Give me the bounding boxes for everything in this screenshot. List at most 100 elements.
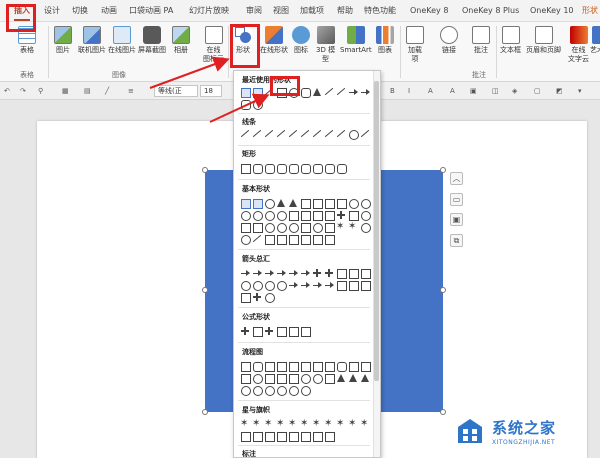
heptagon-shape[interactable] xyxy=(360,198,371,209)
arc-shape[interactable] xyxy=(252,234,262,244)
lightning-shape[interactable] xyxy=(336,222,346,232)
ribbon-up-shape[interactable] xyxy=(240,431,251,442)
summing-junction-shape[interactable] xyxy=(300,373,311,384)
internal-storage-shape[interactable] xyxy=(300,361,311,372)
right-arrow-callout-shape[interactable] xyxy=(336,280,347,291)
elbow-double-arrow-shape[interactable] xyxy=(300,129,310,139)
filter-icon[interactable]: ⧉ xyxy=(450,234,463,247)
font-name-select[interactable]: 等线(正 xyxy=(154,85,198,97)
moon-shape[interactable] xyxy=(360,222,371,233)
curved-ribbon-up-shape[interactable] xyxy=(264,431,275,442)
triangle-shape[interactable] xyxy=(312,87,322,97)
resize-handle[interactable] xyxy=(440,287,446,293)
plaque-shape[interactable] xyxy=(348,210,359,221)
scroll-thumb[interactable] xyxy=(374,81,379,381)
curved-ribbon-down-shape[interactable] xyxy=(276,431,287,442)
star10-shape[interactable] xyxy=(324,419,334,429)
sequential-access-shape[interactable] xyxy=(264,385,275,396)
online-text-button[interactable]: 在线 文字云 xyxy=(568,22,589,63)
tab-slideshow[interactable]: 幻灯片放映 xyxy=(189,4,229,18)
horizontal-scroll-shape[interactable] xyxy=(300,431,311,442)
highlight-icon[interactable]: ▣ xyxy=(470,85,477,97)
manual-operation-shape[interactable] xyxy=(240,373,251,384)
minus-shape[interactable] xyxy=(252,326,263,337)
curve-arrow-shape[interactable] xyxy=(324,129,334,139)
online-picture2-button[interactable]: 在线图片 xyxy=(108,22,136,55)
document-shape[interactable] xyxy=(312,361,323,372)
redo-icon[interactable]: ↷ xyxy=(20,85,26,97)
u-turn-arrow-shape[interactable] xyxy=(348,268,359,279)
art-text-button[interactable]: 艺术 xyxy=(590,22,600,55)
tab-onekey8plus[interactable]: OneKey 8 Plus xyxy=(462,4,519,18)
heart-shape[interactable] xyxy=(324,222,335,233)
italic-icon[interactable]: I xyxy=(408,85,410,97)
explosion1-shape[interactable] xyxy=(240,419,250,429)
header-footer-button[interactable]: 页眉和页脚 xyxy=(526,22,561,55)
or-shape[interactable] xyxy=(312,373,323,384)
pentagon-arrow-shape[interactable] xyxy=(312,280,322,290)
triangle-shape[interactable] xyxy=(276,198,286,208)
process-shape[interactable] xyxy=(240,361,251,372)
card-shape[interactable] xyxy=(276,373,287,384)
align-icon[interactable]: ≡ xyxy=(128,85,134,97)
curved-down-arrow-shape[interactable] xyxy=(276,280,287,291)
chord-shape[interactable] xyxy=(276,210,287,221)
double-arrow-line-shape[interactable] xyxy=(264,129,274,139)
right-brace-shape[interactable] xyxy=(324,234,335,245)
freeform-shape[interactable] xyxy=(348,129,359,140)
curved-right-arrow-shape[interactable] xyxy=(240,280,251,291)
plus-shape[interactable] xyxy=(240,326,250,336)
donut-shape[interactable] xyxy=(264,222,275,233)
notched-right-arrow-shape[interactable] xyxy=(300,280,310,290)
right-bracket-shape[interactable] xyxy=(300,234,311,245)
picture-button[interactable]: 图片 xyxy=(54,22,72,55)
vertical-scroll-shape[interactable] xyxy=(288,431,299,442)
arrow-line-shape[interactable] xyxy=(252,129,262,139)
online-icon-button[interactable]: 在线 图标示 xyxy=(203,22,224,63)
tab-help[interactable]: 帮助 xyxy=(337,4,353,18)
alternate-process-shape[interactable] xyxy=(252,361,263,372)
down-arrow-shape[interactable] xyxy=(276,268,286,278)
sort-shape[interactable] xyxy=(336,373,346,383)
connector-shape[interactable] xyxy=(324,87,334,97)
block-arc-shape[interactable] xyxy=(288,222,299,233)
round-two-corner-shape[interactable] xyxy=(324,163,335,174)
vertical-textbox-shape[interactable] xyxy=(252,87,263,98)
predefined-process-shape[interactable] xyxy=(288,361,299,372)
resize-handle[interactable] xyxy=(202,409,208,415)
layout-options-icon[interactable]: ▭ xyxy=(450,193,463,206)
addins-button[interactable]: 加载 项 xyxy=(406,22,424,63)
bracket-pair-shape[interactable] xyxy=(264,234,275,245)
equal-shape[interactable] xyxy=(288,326,299,337)
curved-up-arrow-shape[interactable] xyxy=(264,280,275,291)
curved-left-arrow-shape[interactable] xyxy=(252,280,263,291)
delay-shape[interactable] xyxy=(252,385,263,396)
pie-shape[interactable] xyxy=(264,210,275,221)
star5-shape[interactable] xyxy=(276,419,286,429)
style-icon[interactable]: ▣ xyxy=(450,213,463,226)
rounded-rectangle-shape[interactable] xyxy=(252,163,263,174)
cube-shape[interactable] xyxy=(240,222,251,233)
pin-icon[interactable]: ⚲ xyxy=(38,85,43,97)
cloud-shape[interactable] xyxy=(240,234,251,245)
collate-shape[interactable] xyxy=(324,373,335,384)
undo-icon[interactable]: ↶ xyxy=(4,85,10,97)
curve-shape[interactable] xyxy=(312,129,322,139)
not-equal-shape[interactable] xyxy=(300,326,311,337)
offpage-connector-shape[interactable] xyxy=(264,373,275,384)
star12-shape[interactable] xyxy=(336,419,346,429)
right-triangle-shape[interactable] xyxy=(288,198,298,208)
extract-shape[interactable] xyxy=(348,373,358,383)
line-icon[interactable]: ╱ xyxy=(105,85,109,97)
rectangle-shape[interactable] xyxy=(240,163,251,174)
textbox-button[interactable]: 文本框 xyxy=(500,22,521,55)
tab-shape-format[interactable]: 形状 xyxy=(582,4,598,18)
round-corner-shape[interactable] xyxy=(312,163,323,174)
explosion2-shape[interactable] xyxy=(252,419,262,429)
quad-arrow-callout-shape[interactable] xyxy=(252,292,262,302)
up-arrow-callout-shape[interactable] xyxy=(240,292,251,303)
tab-addins[interactable]: 加载项 xyxy=(300,4,324,18)
tab-pocket-animation[interactable]: 口袋动画 PA xyxy=(129,4,173,18)
layout-icon[interactable]: ▤ xyxy=(84,85,91,97)
terminator-shape[interactable] xyxy=(336,361,347,372)
